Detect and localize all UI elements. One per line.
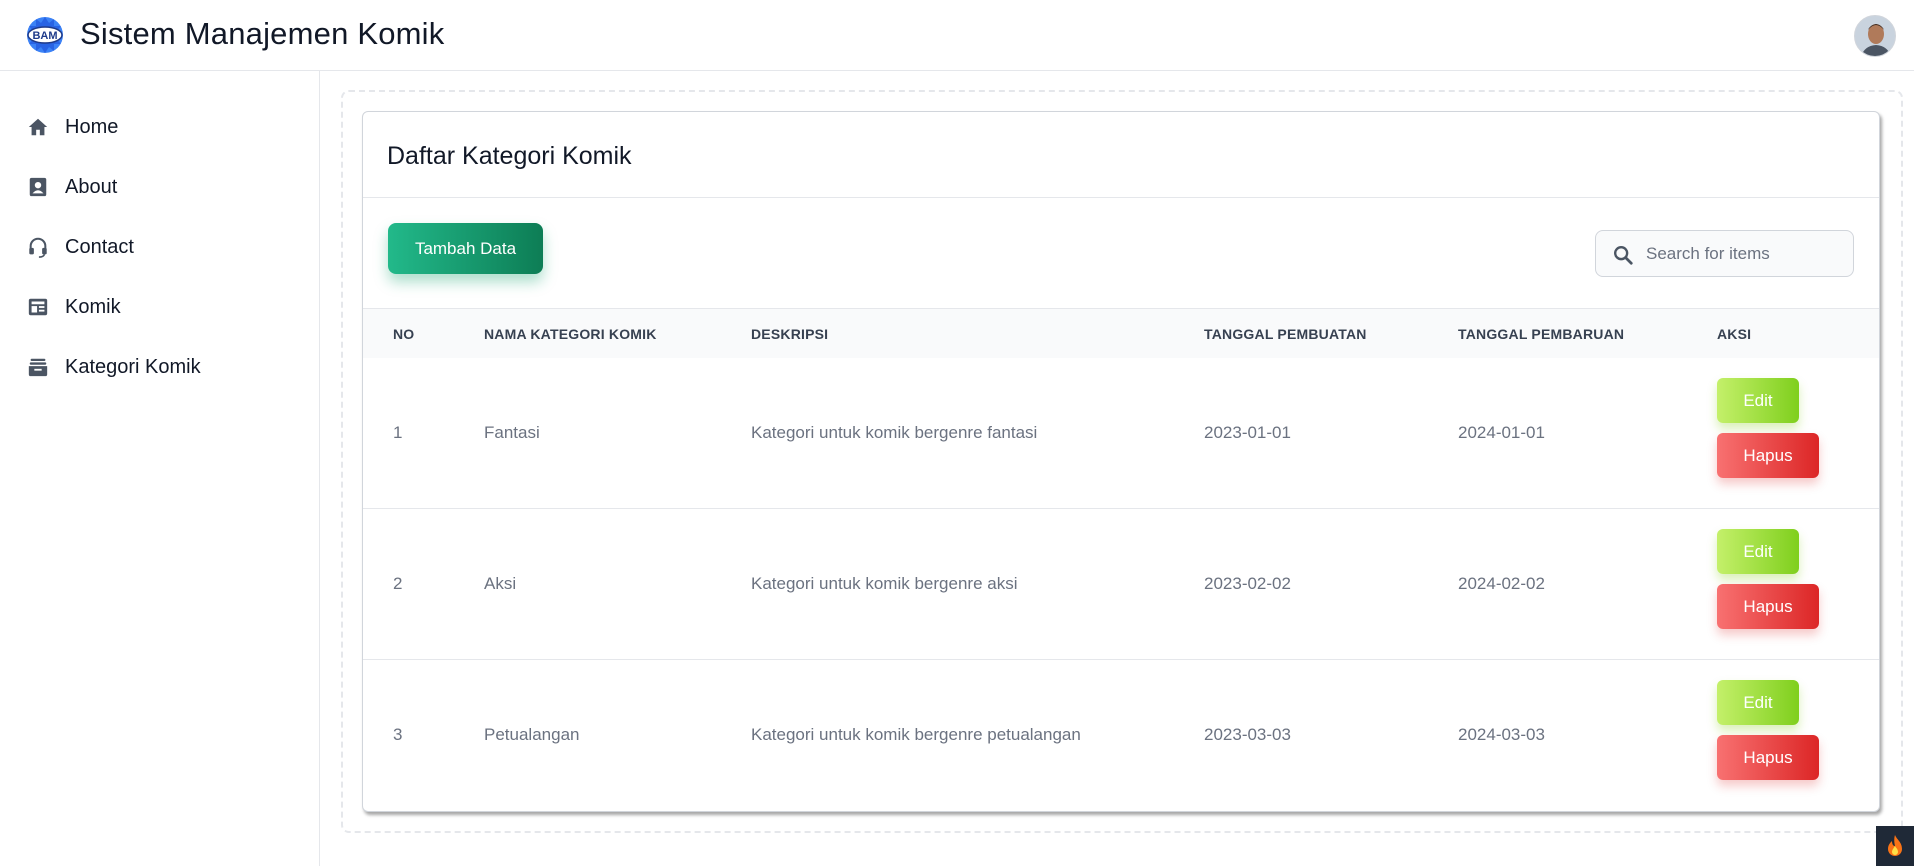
top-bar: BAM Sistem Manajemen Komik	[0, 0, 1914, 71]
cell-description: Kategori untuk komik bergenre aksi	[751, 574, 1018, 593]
add-data-button[interactable]: Tambah Data	[388, 223, 543, 274]
sidebar-item-about[interactable]: About	[26, 169, 306, 205]
flame-icon	[1888, 835, 1902, 856]
table-row: 1 Fantasi Kategori untuk komik bergenre …	[363, 358, 1879, 509]
sidebar-item-label: About	[65, 175, 118, 198]
edit-button[interactable]: Edit	[1717, 529, 1799, 574]
sidebar-item-label: Kategori Komik	[65, 355, 201, 378]
sidebar-item-contact[interactable]: Contact	[26, 229, 306, 265]
sidebar-item-komik[interactable]: Komik	[26, 289, 306, 325]
cell-created-date: 2023-01-01	[1204, 423, 1291, 442]
delete-button[interactable]: Hapus	[1717, 584, 1819, 629]
search-icon	[1614, 246, 1633, 265]
sidebar-item-label: Contact	[65, 235, 134, 258]
column-header-description: DESKRIPSI	[751, 326, 829, 342]
search-field[interactable]	[1595, 230, 1854, 277]
newspaper-icon	[26, 295, 50, 319]
cell-updated-date: 2024-01-01	[1458, 423, 1545, 442]
edit-button[interactable]: Edit	[1717, 680, 1799, 725]
sidebar-item-label: Home	[65, 115, 119, 138]
column-header-actions: AKSI	[1717, 326, 1752, 342]
sidebar: Home About Contact Komik Kategori Komik	[0, 71, 320, 866]
cell-name: Fantasi	[484, 423, 540, 442]
table-row: 2 Aksi Kategori untuk komik bergenre aks…	[363, 509, 1879, 660]
delete-button[interactable]: Hapus	[1717, 433, 1819, 478]
search-input[interactable]	[1646, 231, 1846, 276]
cell-created-date: 2023-03-03	[1204, 725, 1291, 744]
sidebar-item-home[interactable]: Home	[26, 109, 306, 145]
cell-description: Kategori untuk komik bergenre fantasi	[751, 423, 1038, 442]
cell-no: 3	[393, 725, 403, 744]
column-header-name: NAMA KATEGORI KOMIK	[484, 326, 657, 342]
column-header-no: NO	[393, 326, 415, 342]
home-icon	[26, 115, 50, 139]
edit-button[interactable]: Edit	[1717, 378, 1799, 423]
category-card: Daftar Kategori Komik Tambah Data NO NAM…	[362, 111, 1880, 812]
page-title: Daftar Kategori Komik	[387, 142, 632, 170]
cell-updated-date: 2024-03-03	[1458, 725, 1545, 744]
cell-created-date: 2023-02-02	[1204, 574, 1291, 593]
column-header-updated: TANGGAL PEMBARUAN	[1458, 326, 1625, 342]
column-header-created: TANGGAL PEMBUATAN	[1204, 326, 1367, 342]
app-title: Sistem Manajemen Komik	[80, 16, 445, 51]
app-logo[interactable]: BAM	[24, 14, 66, 56]
avatar-image	[1855, 16, 1895, 56]
logo-text: BAM	[32, 30, 57, 42]
headset-icon	[26, 235, 50, 259]
user-avatar[interactable]	[1854, 15, 1896, 57]
cell-description: Kategori untuk komik bergenre petualanga…	[751, 725, 1081, 744]
cell-updated-date: 2024-02-02	[1458, 574, 1545, 593]
cell-name: Petualangan	[484, 725, 580, 744]
cell-name: Aksi	[484, 574, 517, 593]
delete-button[interactable]: Hapus	[1717, 735, 1819, 780]
sidebar-item-kategori-komik[interactable]: Kategori Komik	[26, 349, 306, 385]
table-header: NO NAMA KATEGORI KOMIK DESKRIPSI TANGGAL…	[363, 308, 1879, 358]
cell-no: 1	[393, 423, 403, 442]
flame-widget-button[interactable]	[1876, 826, 1914, 866]
cell-no: 2	[393, 574, 403, 593]
contact-card-icon	[26, 175, 50, 199]
card-header: Daftar Kategori Komik	[363, 112, 1879, 198]
inbox-tray-icon	[26, 355, 50, 379]
table-row: 3 Petualangan Kategori untuk komik berge…	[363, 660, 1879, 811]
sidebar-item-label: Komik	[65, 295, 121, 318]
